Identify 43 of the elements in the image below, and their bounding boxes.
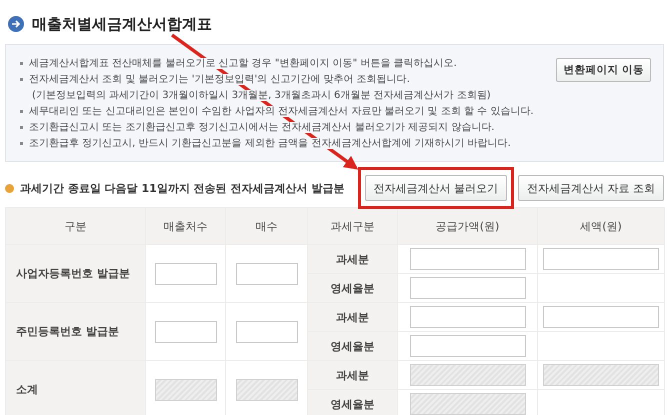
arrow-circle-icon	[8, 16, 24, 32]
input-field[interactable]	[410, 248, 526, 270]
column-header: 세액(원)	[538, 208, 664, 244]
notice-text: 조기환급후 정기신고시, 반드시 기환급신고분을 제외한 금액을 전자세금계산서합계에 기재하시기 바랍니다.	[29, 138, 511, 149]
column-header: 매출처수	[146, 208, 226, 244]
input-field[interactable]	[154, 262, 216, 284]
bullet-icon	[20, 110, 23, 113]
input-field[interactable]	[410, 277, 526, 299]
row-label: 주민등록번호 발급분	[6, 302, 146, 360]
tax-type-label: 과세분	[308, 360, 398, 390]
tax-type-label: 과세분	[308, 244, 398, 274]
input-field[interactable]	[236, 262, 298, 284]
bullet-icon	[20, 126, 23, 129]
column-header: 공급가액(원)	[398, 208, 538, 244]
bullet-icon	[20, 62, 23, 65]
notice-text: 전자세금계산서 조회 및 불러오기는 '기본정보입력'의 신고기간에 맞추어 조회됩니다.	[29, 74, 410, 85]
tax-type-label: 영세율분	[308, 332, 398, 360]
notice-text: (기본정보입력의 과세기간이 3개월이하일시 3개월분, 3개월초과시 6개월분 전자세금계산서가 조회됨)	[32, 90, 491, 101]
input-field[interactable]	[543, 248, 659, 270]
column-header: 구분	[6, 208, 146, 244]
input-field[interactable]	[543, 306, 659, 328]
row-label: 소계	[6, 360, 146, 415]
input-field[interactable]	[410, 306, 526, 328]
notice-text: 세무대리인 또는 신고대리인은 본인이 수임한 사업자의 전자세금계산서 자료만 불러오기 및 조회 할 수 있습니다.	[29, 106, 534, 117]
tax-type-label: 영세율분	[308, 274, 398, 302]
column-header: 과세구분	[308, 208, 398, 244]
input-field[interactable]	[236, 320, 298, 342]
section-title: 과세기간 종료일 다음달 11일까지 전송된 전자세금계산서 발급분	[20, 180, 346, 196]
notice-text: 세금계산서합계표 전산매체를 불러오기로 신고할 경우 "변환페이지 이동" 버튼을 클릭하십시오.	[29, 58, 457, 69]
page-title: 매출처별세금계산서합계표	[32, 14, 212, 34]
convert-page-button[interactable]: 변환페이지 이동	[556, 58, 651, 82]
notice-text: 조기환급신고시 또는 조기환급신고후 정기신고시에서는 전자세금계산서 불러오기가 제공되지 않습니다.	[29, 122, 494, 133]
bullet-icon	[20, 78, 23, 81]
column-header: 매수	[226, 208, 308, 244]
tax-type-label: 과세분	[308, 302, 398, 332]
tax-type-label: 영세율분	[308, 390, 398, 415]
action-button[interactable]: 전자세금계산서 자료 조회	[518, 175, 664, 201]
bullet-icon	[20, 142, 23, 145]
input-field[interactable]	[410, 335, 526, 357]
bullet-icon	[5, 184, 14, 192]
row-label: 사업자등록번호 발급분	[6, 244, 146, 302]
action-button[interactable]: 전자세금계산서 불러오기	[364, 175, 507, 201]
input-field[interactable]	[154, 320, 216, 342]
